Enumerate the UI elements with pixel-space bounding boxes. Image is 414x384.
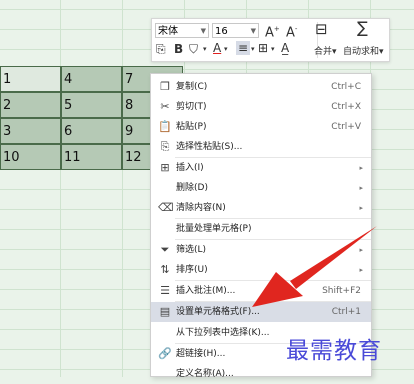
- watermark-logo: 最需教育: [286, 338, 382, 364]
- arrow-shaft: [290, 226, 377, 289]
- arrow-head: [252, 272, 303, 307]
- annotation-arrow: [252, 226, 377, 307]
